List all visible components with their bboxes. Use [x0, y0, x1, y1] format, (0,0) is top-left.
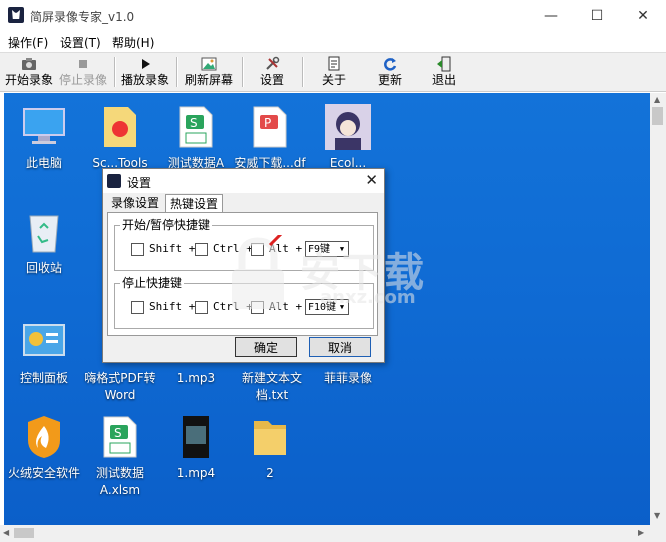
dialog-title-bar: 设置 ✕ — [103, 169, 384, 193]
play-record-button[interactable]: 播放录象 — [120, 53, 170, 91]
horizontal-scrollbar[interactable]: ◀ ▶ — [0, 525, 650, 542]
svg-text:P: P — [264, 116, 271, 130]
avatar-image-icon — [324, 103, 372, 151]
scroll-thumb[interactable] — [14, 528, 34, 538]
tab-hotkey-settings[interactable]: 热键设置 — [165, 194, 224, 213]
window-title: 简屏录像专家_v1.0 — [30, 10, 135, 24]
scroll-thumb[interactable] — [652, 107, 663, 125]
tools-icon — [263, 56, 281, 72]
video-file-icon — [172, 413, 220, 461]
menu-operation[interactable]: 操作(F) — [8, 34, 48, 51]
update-button[interactable]: 更新 — [370, 53, 410, 91]
scroll-corner — [650, 525, 666, 542]
stop-record-button[interactable]: 停止录像 — [58, 53, 108, 91]
refresh-icon — [381, 56, 399, 72]
watermark-url: anxz.com — [320, 287, 416, 308]
scroll-up-icon[interactable]: ▲ — [654, 95, 660, 104]
group-title: 开始/暂停快捷键 — [120, 218, 213, 232]
camera-icon — [20, 56, 38, 72]
spreadsheet-icon: S — [172, 103, 220, 151]
desktop-icon-test-data[interactable]: S 测试数据A — [158, 103, 234, 172]
refresh-screen-button[interactable]: 刷新屏幕 — [182, 53, 236, 91]
desktop-icon-avatar[interactable]: Ecol... — [310, 103, 386, 172]
pdf-doc-icon — [96, 103, 144, 151]
control-panel-icon — [20, 318, 68, 366]
minimize-button[interactable]: — — [528, 0, 574, 32]
maximize-button[interactable]: ☐ — [574, 0, 620, 32]
scroll-left-icon[interactable]: ◀ — [3, 528, 9, 537]
about-button[interactable]: 关于 — [314, 53, 354, 91]
watermark-lock-icon — [222, 231, 294, 313]
start-record-button[interactable]: 开始录象 — [4, 53, 54, 91]
desktop-icon-control-panel[interactable]: 控制面板 — [6, 318, 82, 387]
menu-settings[interactable]: 设置(T) — [60, 34, 101, 51]
huorong-icon — [20, 413, 68, 461]
shift-checkbox[interactable] — [131, 243, 144, 256]
dialog-title: 设置 — [127, 176, 152, 190]
document-icon — [325, 56, 343, 72]
app-logo-icon — [8, 7, 24, 23]
dialog-close-button[interactable]: ✕ — [365, 171, 378, 189]
desktop-icon-huorong[interactable]: 火绒安全软件 — [6, 413, 82, 482]
cancel-button[interactable]: 取消 — [309, 337, 371, 357]
close-button[interactable]: ✕ — [620, 0, 666, 32]
ok-button[interactable]: 确定 — [235, 337, 297, 357]
scroll-right-icon[interactable]: ▶ — [638, 528, 644, 537]
exit-button[interactable]: 退出 — [424, 53, 464, 91]
desktop-icon-data-xlsm[interactable]: S 测试数据A.xlsm — [82, 413, 158, 499]
spreadsheet-icon: S — [96, 413, 144, 461]
app-logo-icon — [107, 174, 121, 188]
title-bar: 简屏录像专家_v1.0 — ☐ ✕ — [0, 0, 666, 32]
ctrl-checkbox[interactable] — [195, 243, 208, 256]
desktop-icon-pdf-file[interactable]: P 安威下载...df — [232, 103, 308, 172]
group-title: 停止快捷键 — [120, 276, 185, 290]
desktop-icon-mp4[interactable]: 1.mp4 — [158, 413, 234, 482]
play-icon — [136, 56, 154, 72]
desktop-icon-this-pc[interactable]: 此电脑 — [6, 103, 82, 172]
vertical-scrollbar[interactable]: ▲ ▼ — [650, 93, 666, 525]
tab-record-settings[interactable]: 录像设置 — [107, 194, 163, 212]
exit-door-icon — [435, 56, 453, 72]
desktop-icon-folder-2[interactable]: 2 — [232, 413, 308, 482]
pdf-file-icon: P — [246, 103, 294, 151]
settings-button[interactable]: 设置 — [250, 53, 294, 91]
svg-text:S: S — [190, 116, 198, 130]
toolbar: 开始录象 停止录像 播放录象 刷新屏幕 设置 关于 更新 退出 — [0, 52, 666, 92]
picture-icon — [200, 56, 218, 72]
stop-icon — [74, 56, 92, 72]
scroll-down-icon[interactable]: ▼ — [654, 511, 660, 520]
computer-icon — [20, 103, 68, 151]
menu-help[interactable]: 帮助(H) — [112, 34, 154, 51]
svg-text:S: S — [114, 426, 122, 440]
ctrl-checkbox[interactable] — [195, 301, 208, 314]
recycle-bin-icon — [20, 208, 68, 256]
menu-bar: 操作(F) 设置(T) 帮助(H) — [0, 32, 666, 52]
desktop-icon-recycle-bin[interactable]: 回收站 — [6, 208, 82, 277]
shift-checkbox[interactable] — [131, 301, 144, 314]
folder-icon — [246, 413, 294, 461]
